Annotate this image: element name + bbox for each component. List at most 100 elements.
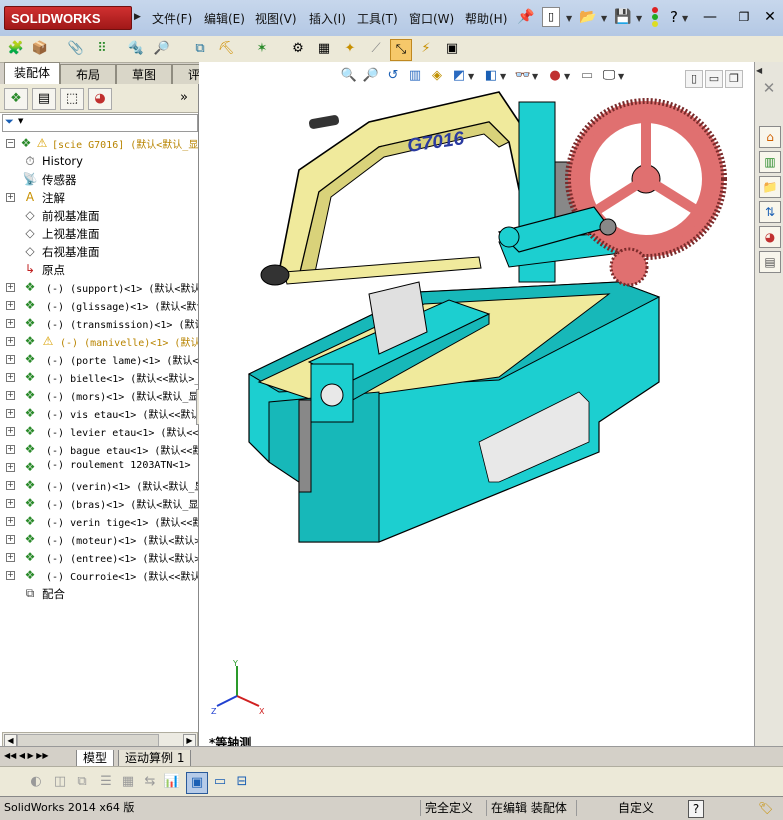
expand-icon[interactable]: + xyxy=(6,301,15,310)
show-components-icon[interactable]: ◫ xyxy=(50,772,70,792)
chevron-down-icon[interactable]: ▼ xyxy=(468,72,474,81)
timeline-icon[interactable]: ⇆ xyxy=(140,772,160,792)
menu-insert[interactable]: 插入(I) xyxy=(309,10,346,27)
key-points-icon[interactable]: ▦ xyxy=(118,772,138,792)
smart-fasteners-icon[interactable]: 🔩 xyxy=(126,39,146,59)
tree-item[interactable]: + ❖ (-) (bras)<1> (默认<默认_显 xyxy=(0,494,198,512)
expand-icon[interactable]: + xyxy=(6,391,15,400)
menu-tools[interactable]: 工具(T) xyxy=(357,10,398,27)
component-pattern-icon[interactable]: ⠿ xyxy=(92,39,112,59)
chevron-down-icon[interactable]: ▼ xyxy=(601,14,607,23)
property-manager-icon[interactable]: ▤ xyxy=(32,88,56,110)
assembly-features-icon[interactable]: ⛏ xyxy=(216,39,236,59)
restore-icon[interactable]: ❐ xyxy=(725,70,743,88)
tree-item[interactable]: + A 注解 xyxy=(0,188,198,206)
previous-view-icon[interactable]: ↺ xyxy=(383,66,403,86)
expand-icon[interactable]: + xyxy=(6,337,15,346)
chevron-down-icon[interactable]: ▼ xyxy=(682,14,688,23)
restore-icon[interactable]: ❐ xyxy=(734,7,754,27)
split-vertical-icon[interactable]: ⊟ xyxy=(232,772,252,792)
appearances-icon[interactable]: ◕ xyxy=(759,226,781,248)
expand-panel-icon[interactable]: » xyxy=(180,90,188,105)
solidworks-logo[interactable]: SOLIDWORKS xyxy=(4,6,132,30)
tree-item[interactable]: + ❖ (-) roulement 1203ATN<1> xyxy=(0,458,198,476)
mate-icon[interactable]: 📎 xyxy=(66,39,86,59)
split-horizontal-icon[interactable]: ▭ xyxy=(210,772,230,792)
tree-item[interactable]: ◇ 右视基准面 xyxy=(0,242,198,260)
file-explorer-icon[interactable]: 📁 xyxy=(759,176,781,198)
expand-icon[interactable]: + xyxy=(6,517,15,526)
dynamic-annotation-icon[interactable]: ◈ xyxy=(427,66,447,86)
collapse-arrow-icon[interactable]: ◀ xyxy=(756,66,762,75)
tree-item[interactable]: 📡 传感器 xyxy=(0,170,198,188)
zoom-to-fit-icon[interactable]: 🔍 xyxy=(339,66,359,86)
show-hidden-icon[interactable]: ⧉ xyxy=(190,39,210,59)
menu-edit[interactable]: 编辑(E) xyxy=(204,10,245,27)
list-view-icon[interactable]: ☰ xyxy=(96,772,116,792)
view-orientation-icon[interactable]: ◩ xyxy=(449,66,469,86)
tree-item[interactable]: + ❖ (-) (verin)<1> (默认<默认_显 xyxy=(0,476,198,494)
help-question-icon[interactable]: ? xyxy=(664,7,684,27)
new-motion-study-icon[interactable]: ⚙ xyxy=(288,39,308,59)
tree-horizontal-scrollbar[interactable]: ◀ ▶ xyxy=(2,732,198,747)
display-manager-icon[interactable]: ◕ xyxy=(88,88,112,110)
status-help[interactable]: ? xyxy=(688,800,704,818)
view-palette-icon[interactable]: ⇅ xyxy=(759,201,781,223)
collapse-icon[interactable]: − xyxy=(6,139,15,148)
exploded-view-icon[interactable]: ✦ xyxy=(340,39,360,59)
custom-properties-icon[interactable]: ▤ xyxy=(759,251,781,273)
tile-horizontal-icon[interactable]: ▭ xyxy=(705,70,723,88)
minimize-icon[interactable]: — xyxy=(700,7,720,27)
tile-vertical-icon[interactable]: ▯ xyxy=(685,70,703,88)
results-plot-icon[interactable]: 📊 xyxy=(162,772,182,792)
expand-icon[interactable]: + xyxy=(6,373,15,382)
tree-item[interactable]: + ❖ (-) (transmission)<1> (默认< xyxy=(0,314,198,332)
chevron-down-icon[interactable]: ▼ xyxy=(618,72,624,81)
expand-icon[interactable]: + xyxy=(6,193,15,202)
open-folder-icon[interactable]: 📂 xyxy=(578,7,598,27)
tree-item[interactable]: ⧉ 配合 xyxy=(0,584,198,602)
reference-geometry-icon[interactable]: ✶ xyxy=(252,39,272,59)
expand-icon[interactable]: + xyxy=(6,355,15,364)
take-snapshot-icon[interactable]: ▣ xyxy=(442,39,462,59)
view-filter-icon[interactable]: ◐ xyxy=(26,772,46,792)
chevron-down-icon[interactable]: ▼ xyxy=(564,72,570,81)
move-component-icon[interactable]: 🔎 xyxy=(152,39,172,59)
tree-item[interactable]: + ❖ (-) (support)<1> (默认<默认_显 xyxy=(0,278,198,296)
expand-icon[interactable]: + xyxy=(6,319,15,328)
configuration-manager-icon[interactable]: ⬚ xyxy=(60,88,84,110)
instant3d-icon[interactable]: ⤡ xyxy=(390,39,412,61)
tree-item[interactable]: + ❖ (-) (porte lame)<1> (默认<默 xyxy=(0,350,198,368)
section-view-icon[interactable]: ▥ xyxy=(405,66,425,86)
tag-icon[interactable]: 🏷 xyxy=(758,800,773,816)
apply-scene-icon[interactable]: ▭ xyxy=(577,66,597,86)
expand-icon[interactable]: + xyxy=(6,427,15,436)
tab-model[interactable]: 模型 xyxy=(76,750,115,767)
bill-of-materials-icon[interactable]: ▦ xyxy=(314,39,334,59)
feature-manager-tree-icon[interactable]: ❖ xyxy=(4,88,28,110)
tree-item[interactable]: + ❖ (-) (mors)<1> (默认<默认_显 xyxy=(0,386,198,404)
view-settings-icon[interactable]: 🖵 xyxy=(599,66,619,86)
expand-icon[interactable]: + xyxy=(6,409,15,418)
tree-item[interactable]: + ❖ (-) (moteur)<1> (默认<默认> xyxy=(0,530,198,548)
tree-item[interactable]: + ❖ (-) levier etau<1> (默认<<默 xyxy=(0,422,198,440)
rebuild-traffic-light-icon[interactable] xyxy=(651,7,659,27)
menu-help[interactable]: 帮助(H) xyxy=(465,10,507,27)
tree-root[interactable]: − ❖ ⚠ [scie G7016] (默认<默认_显 xyxy=(0,134,198,152)
chevron-down-icon[interactable]: ▼ xyxy=(636,14,642,23)
tree-item[interactable]: + ❖ (-) vis etau<1> (默认<<默认> xyxy=(0,404,198,422)
expand-icon[interactable]: + xyxy=(6,445,15,454)
chevron-down-icon[interactable]: ▼ xyxy=(500,72,506,81)
tab-sketch[interactable]: 草图 xyxy=(116,64,172,84)
tree-item[interactable]: + ❖ (-) Courroie<1> (默认<<默认 xyxy=(0,566,198,584)
expand-icon[interactable]: + xyxy=(6,499,15,508)
tree-item[interactable]: + ❖ (-) bielle<1> (默认<<默认>_显 xyxy=(0,368,198,386)
expand-icon[interactable]: + xyxy=(6,571,15,580)
tree-item[interactable]: + ❖ ⚠ (-) (manivelle)<1> (默认<默 xyxy=(0,332,198,350)
display-style-icon[interactable]: ◧ xyxy=(481,66,501,86)
logo-menu-arrow-icon[interactable]: ▶ xyxy=(134,12,141,22)
expand-icon[interactable]: + xyxy=(6,283,15,292)
chevron-down-icon[interactable]: ▼ xyxy=(566,14,572,23)
tab-motion-study[interactable]: 运动算例 1 xyxy=(118,750,192,767)
update-speedpak-icon[interactable]: ⚡ xyxy=(416,39,436,59)
